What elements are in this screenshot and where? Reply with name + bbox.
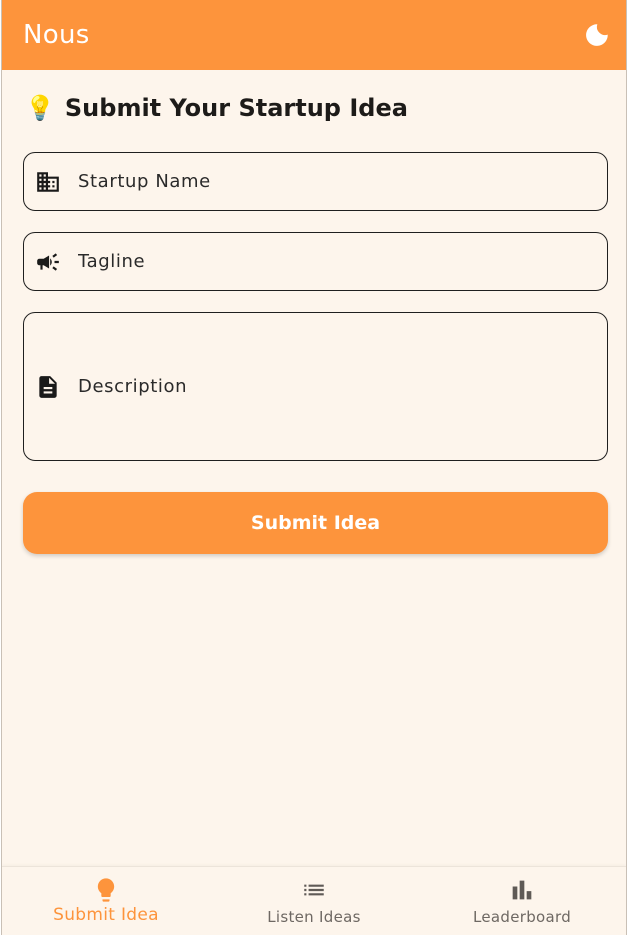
building-icon xyxy=(35,169,61,195)
lightbulb-emoji-icon: 💡 xyxy=(25,94,55,122)
nav-item-listen-ideas[interactable]: Listen Ideas xyxy=(210,867,418,935)
lightbulb-icon xyxy=(92,876,120,904)
list-icon xyxy=(300,876,328,904)
submit-idea-form: 💡 Submit Your Startup Idea Startup Name … xyxy=(23,70,609,554)
bottom-navigation: Submit Idea Listen Ideas Leaderboard xyxy=(2,866,626,935)
theme-toggle-button[interactable] xyxy=(580,18,614,52)
moon-icon xyxy=(586,24,608,46)
tagline-input[interactable] xyxy=(78,251,607,272)
nav-label-submit-idea: Submit Idea xyxy=(53,905,159,925)
app-title: Nous xyxy=(23,20,90,50)
submit-idea-button[interactable]: Submit Idea xyxy=(23,492,608,554)
app-bar: Nous xyxy=(2,0,626,70)
startup-name-field[interactable] xyxy=(23,152,608,211)
document-icon xyxy=(35,374,61,400)
page-title: 💡 Submit Your Startup Idea xyxy=(23,70,609,146)
megaphone-icon xyxy=(35,249,61,275)
description-input[interactable] xyxy=(78,374,607,399)
app-frame: Nous 💡 Submit Your Startup Idea Startup … xyxy=(1,0,627,935)
page-title-text: Submit Your Startup Idea xyxy=(64,94,408,122)
bar-chart-icon xyxy=(508,876,536,904)
nav-label-listen-ideas: Listen Ideas xyxy=(267,908,361,926)
tagline-field[interactable] xyxy=(23,232,608,291)
startup-name-input[interactable] xyxy=(78,171,607,192)
nav-label-leaderboard: Leaderboard xyxy=(472,908,572,926)
description-field[interactable] xyxy=(23,312,608,461)
nav-item-submit-idea[interactable]: Submit Idea xyxy=(2,867,210,935)
nav-item-leaderboard[interactable]: Leaderboard xyxy=(418,867,626,935)
